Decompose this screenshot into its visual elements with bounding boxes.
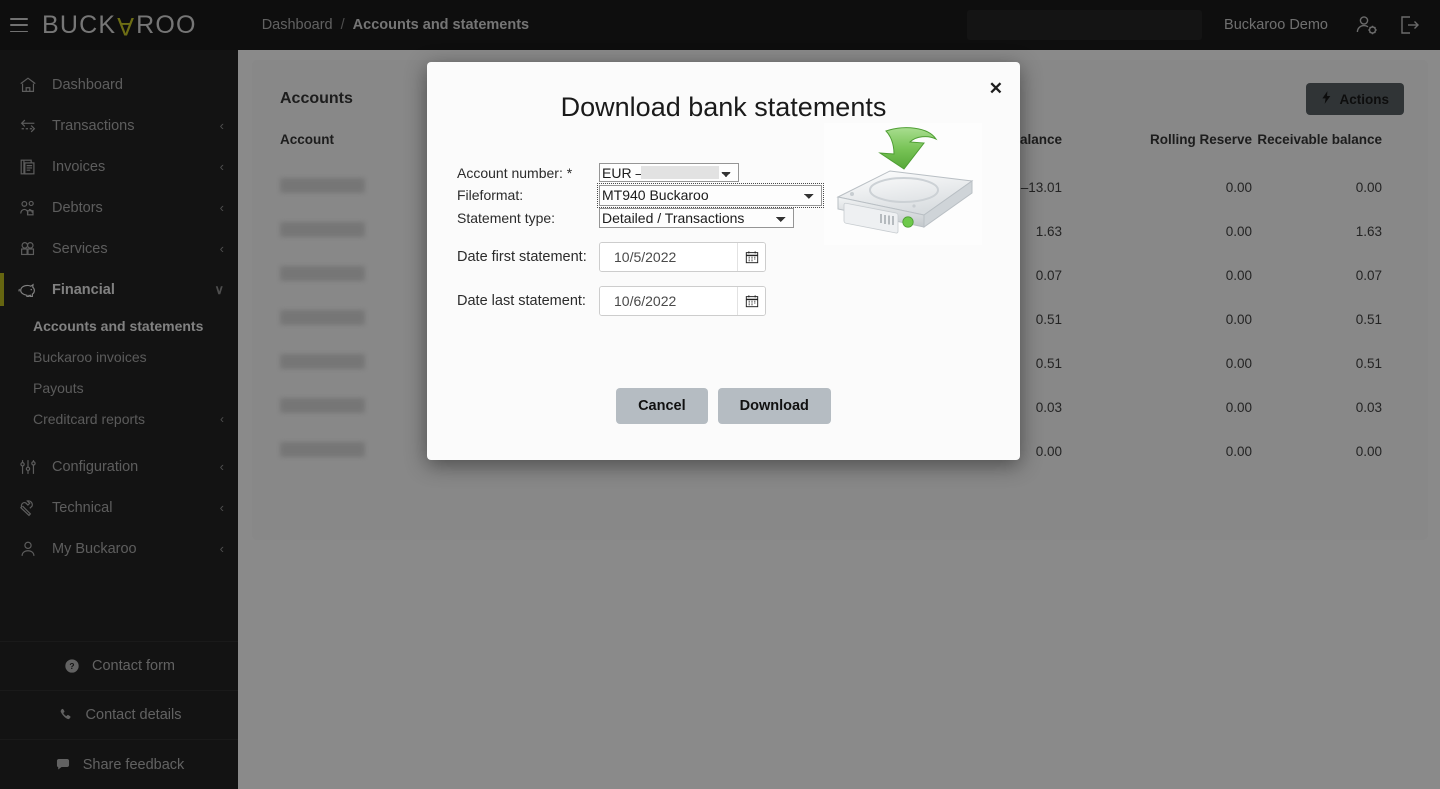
- date-last-input[interactable]: [600, 286, 737, 315]
- download-button[interactable]: Download: [717, 388, 831, 424]
- date-last-row: Date last statement:: [427, 285, 1020, 316]
- date-last-field: [599, 285, 766, 316]
- dialog-title: Download bank statements: [560, 92, 887, 122]
- date-first-input[interactable]: [600, 242, 737, 271]
- account-select-wrapper: EUR –: [599, 163, 739, 183]
- date-last-label: Date last statement:: [457, 292, 586, 309]
- calendar-icon[interactable]: [737, 286, 765, 315]
- date-first-label: Date first statement:: [457, 248, 587, 265]
- download-bank-statements-dialog: ✕ Download bank statements Account numbe…: [427, 62, 1020, 460]
- date-first-field: [599, 241, 766, 272]
- calendar-icon[interactable]: [737, 242, 765, 271]
- cancel-button[interactable]: Cancel: [616, 388, 708, 424]
- fileformat-label: Fileformat:: [457, 187, 524, 203]
- dialog-body: Account number: * EUR – Fileformat: MT94…: [427, 123, 1020, 316]
- statement-type-select[interactable]: Detailed / Transactions: [599, 207, 794, 228]
- date-first-row: Date first statement:: [427, 241, 1020, 272]
- close-icon[interactable]: ✕: [989, 80, 1003, 97]
- fileformat-select[interactable]: MT940 Buckaroo: [597, 182, 824, 208]
- statement-type-label: Statement type:: [457, 209, 556, 226]
- dialog-actions: Cancel Download: [427, 388, 1020, 424]
- download-to-drive-icon: [824, 123, 982, 245]
- account-number-label: Account number: *: [457, 164, 573, 181]
- account-number-select[interactable]: EUR –: [599, 163, 739, 182]
